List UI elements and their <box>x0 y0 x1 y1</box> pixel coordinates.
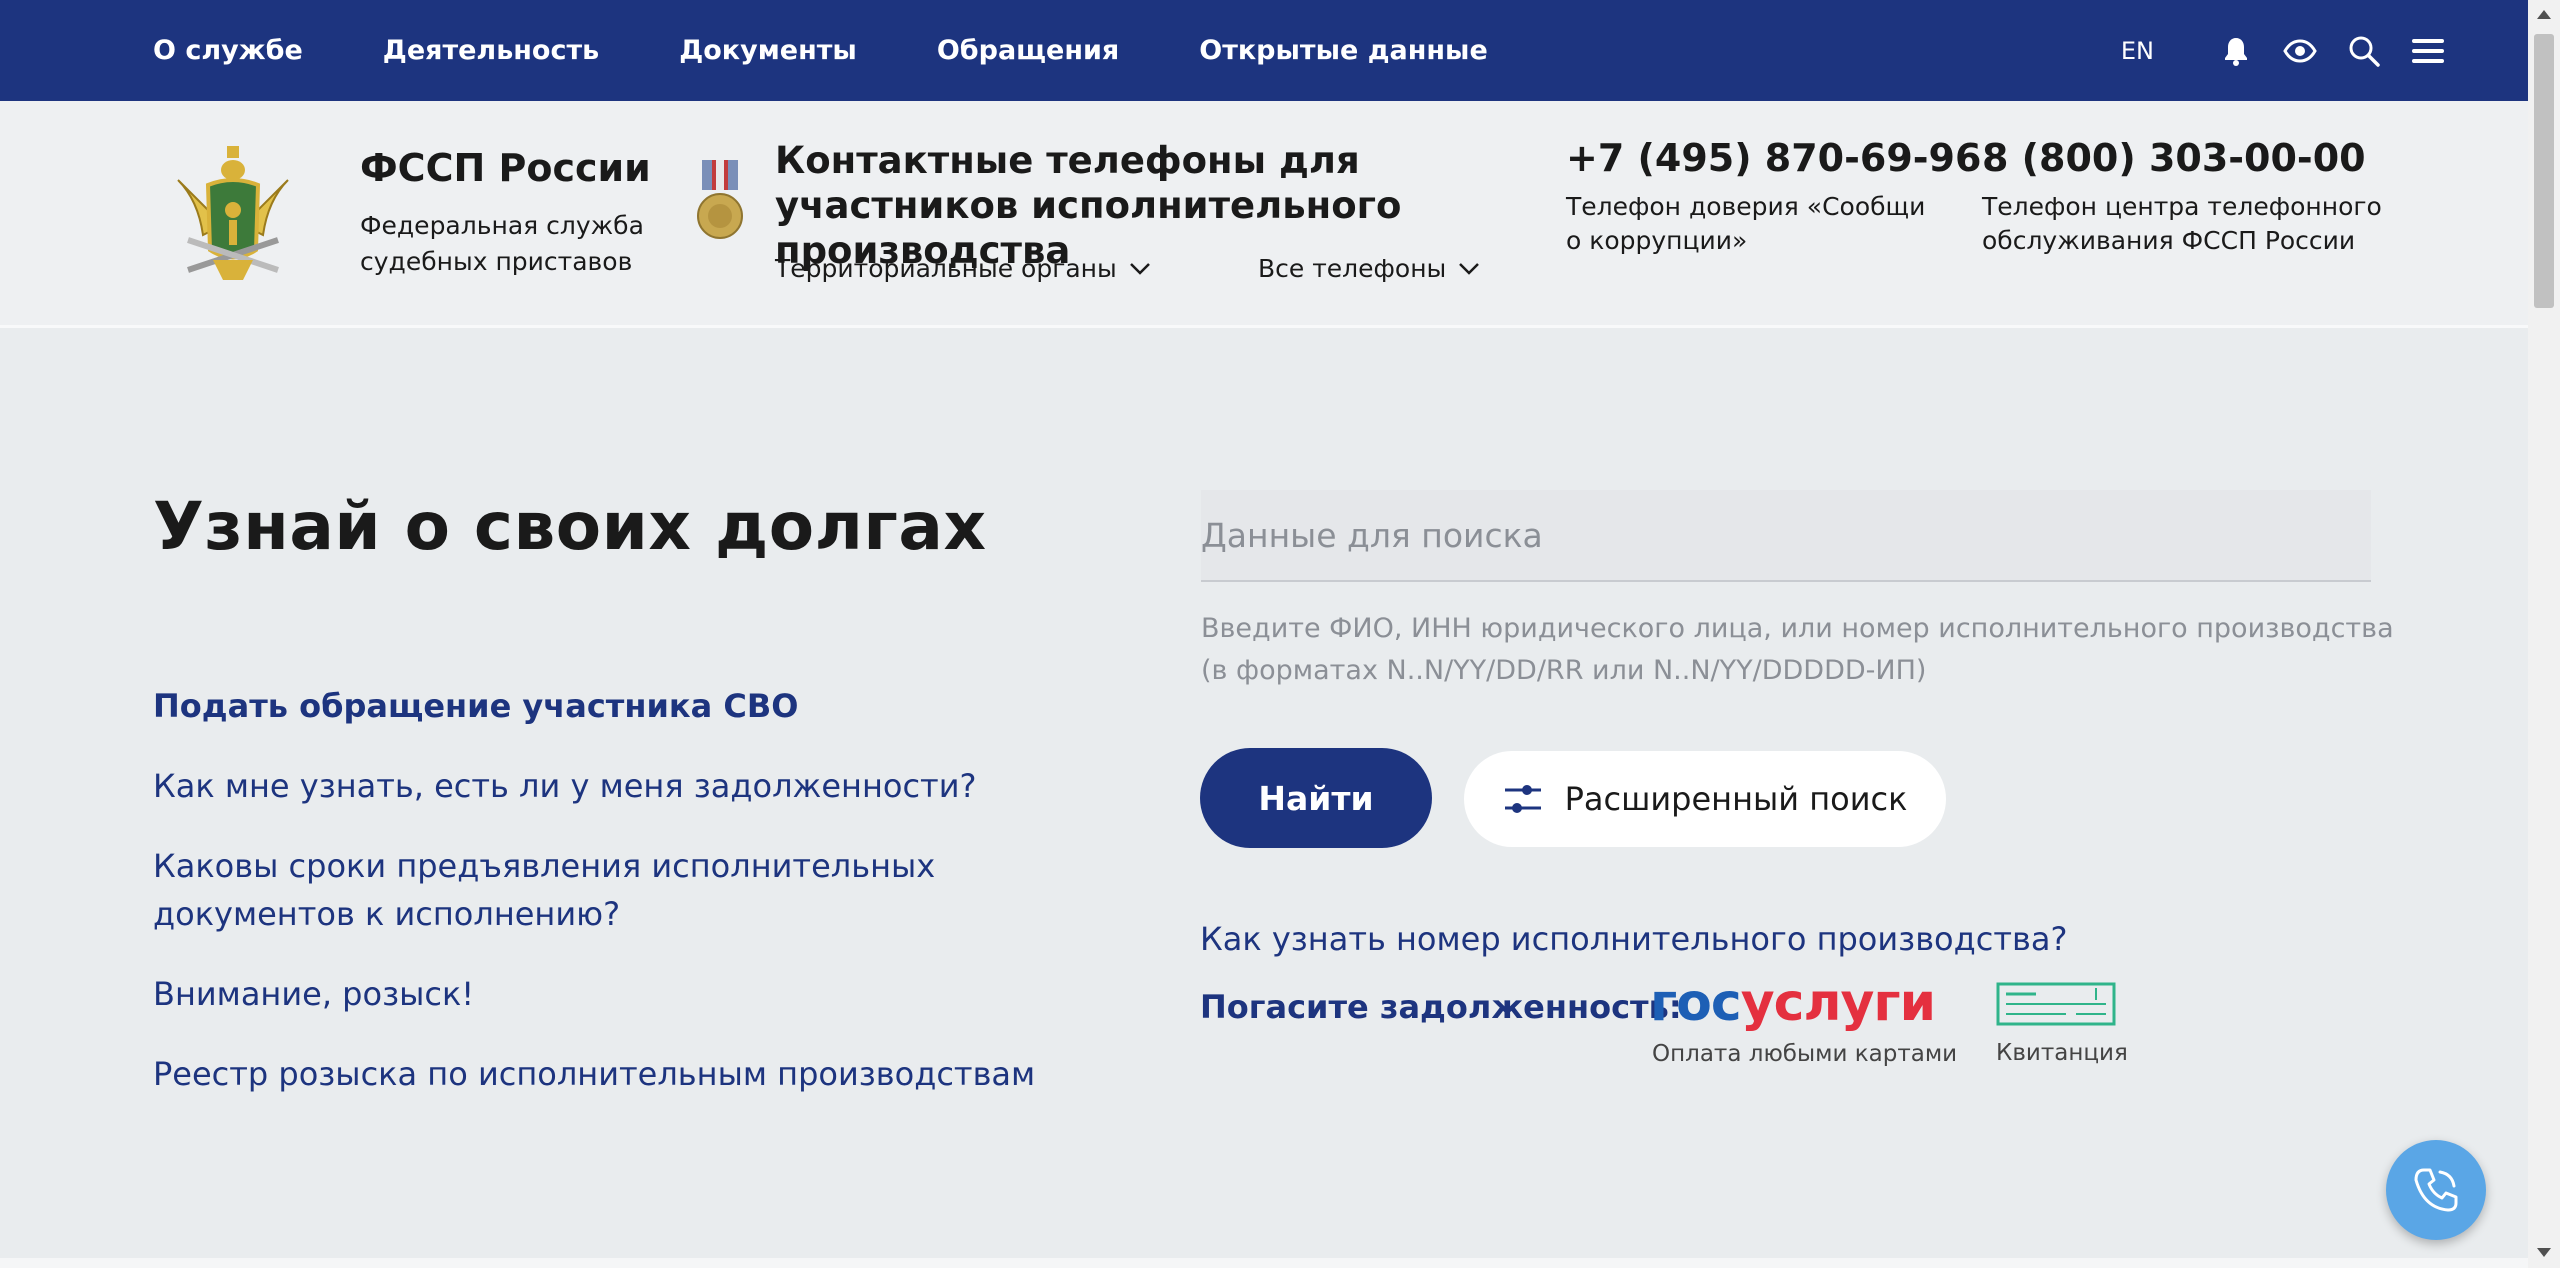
link-document-terms[interactable]: Каковы сроки предъявления исполнительных… <box>153 842 973 938</box>
scroll-down-arrow[interactable] <box>2537 1248 2551 1257</box>
medal-icon <box>697 160 743 239</box>
phones-dropdown[interactable]: Все телефоны <box>1258 254 1480 283</box>
brand-title[interactable]: ФССП России <box>360 146 651 190</box>
nav-item-activity[interactable]: Деятельность <box>383 35 599 66</box>
link-how-find-number[interactable]: Как узнать номер исполнительного произво… <box>1200 920 2067 958</box>
quick-links: Подать обращение участника СВО Как мне у… <box>153 682 1053 1130</box>
link-wanted[interactable]: Внимание, розыск! <box>153 970 1053 1018</box>
phone-callcenter[interactable]: 8 (800) 303-00-00 <box>1982 136 2366 180</box>
phone-trust-desc: Телефон доверия «Сообщи о коррупции» <box>1566 192 1926 255</box>
menu-icon[interactable] <box>2408 31 2448 71</box>
gosuslugi-logo-part2: услуги <box>1740 973 1936 1033</box>
link-wanted-registry[interactable]: Реестр розыска по исполнительным произво… <box>153 1050 1053 1098</box>
nav-item-appeals[interactable]: Обращения <box>937 35 1119 66</box>
language-switch[interactable]: EN <box>2121 37 2154 65</box>
receipt-caption: Квитанция <box>1996 1040 2128 1066</box>
scrollbar[interactable] <box>2528 0 2560 1268</box>
link-svo-appeal[interactable]: Подать обращение участника СВО <box>153 682 1053 730</box>
scroll-up-arrow[interactable] <box>2537 10 2551 19</box>
receipt-payment[interactable]: Квитанция <box>1996 982 2128 1066</box>
nav-item-about[interactable]: О службе <box>153 35 303 66</box>
receipt-icon <box>1996 982 2116 1026</box>
search-input[interactable] <box>1201 490 2371 582</box>
search-icon[interactable] <box>2344 31 2384 71</box>
chevron-down-icon <box>1459 262 1480 275</box>
phone-icon <box>2414 1168 2458 1212</box>
page-heading: Узнай о своих долгах <box>153 488 987 565</box>
nav-item-open-data[interactable]: Открытые данные <box>1199 35 1488 66</box>
contacts-title: Контактные телефоны для участников испол… <box>775 139 1402 272</box>
sliders-icon <box>1504 785 1541 813</box>
advanced-search-label: Расширенный поиск <box>1564 780 1908 818</box>
gosuslugi-payment[interactable]: госуслуги Оплата любыми картами <box>1650 975 1957 1067</box>
phone-trust[interactable]: +7 (495) 870-69-96 <box>1566 136 1981 180</box>
brand-subtitle: Федеральная служба судебных приставов <box>360 211 644 276</box>
regions-dropdown[interactable]: Территориальные органы <box>775 254 1151 283</box>
top-navigation: О службе Деятельность Документы Обращени… <box>0 0 2528 101</box>
page-bottom-strip <box>0 1258 2528 1268</box>
gosuslugi-caption: Оплата любыми картами <box>1652 1041 1958 1067</box>
nav-item-documents[interactable]: Документы <box>679 35 857 66</box>
main-menu: О службе Деятельность Документы Обращени… <box>153 0 1568 101</box>
gosuslugi-logo: госуслуги <box>1650 975 1957 1031</box>
call-button[interactable] <box>2386 1140 2486 1240</box>
phone-callcenter-desc: Телефон центра телефонного обслуживания … <box>1982 192 2382 255</box>
pay-label: Погасите задолженность: <box>1200 988 1682 1026</box>
search-hint: Введите ФИО, ИНН юридического лица, или … <box>1201 613 2394 686</box>
phones-dropdown-label: Все телефоны <box>1258 254 1447 283</box>
bell-icon[interactable] <box>2216 31 2256 71</box>
advanced-search-button[interactable]: Расширенный поиск <box>1464 751 1946 847</box>
scrollbar-thumb[interactable] <box>2534 34 2554 308</box>
eye-icon[interactable] <box>2280 31 2320 71</box>
link-check-debts[interactable]: Как мне узнать, есть ли у меня задолженн… <box>153 762 1053 810</box>
find-button[interactable]: Найти <box>1200 748 1432 848</box>
chevron-down-icon <box>1129 262 1150 275</box>
regions-dropdown-label: Территориальные органы <box>775 254 1117 283</box>
nav-tools: EN <box>2121 0 2448 101</box>
emblem-icon[interactable] <box>168 140 298 285</box>
gosuslugi-logo-part1: гос <box>1650 973 1742 1033</box>
